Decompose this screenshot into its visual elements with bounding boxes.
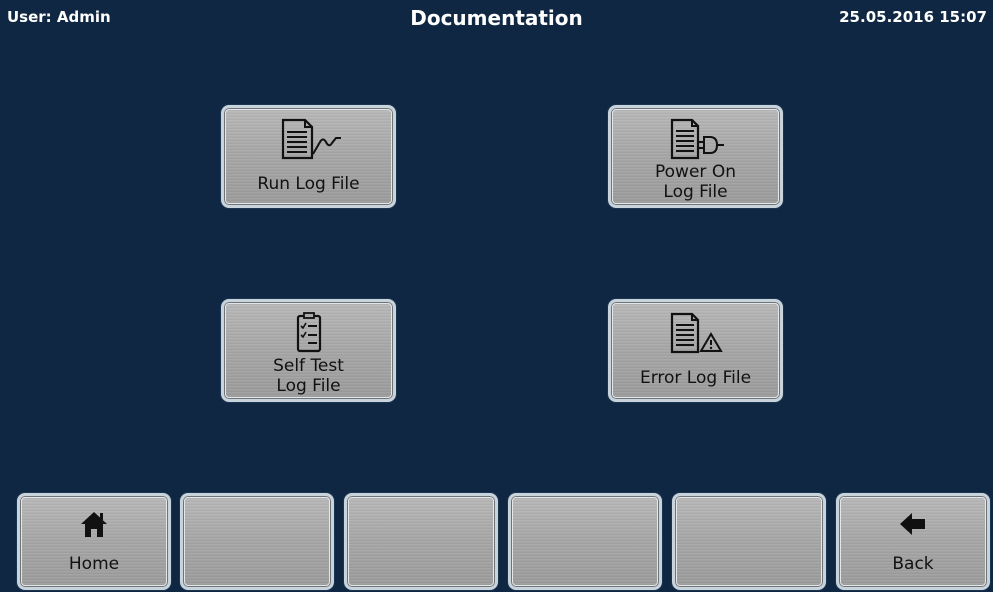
self-test-log-file-label: Self Test Log File	[273, 356, 344, 396]
home-button[interactable]: Home	[17, 493, 171, 590]
error-log-file-label: Error Log File	[639, 368, 752, 388]
checklist-document-icon	[224, 312, 393, 354]
self-test-log-file-button[interactable]: Self Test Log File	[221, 299, 396, 402]
empty-softkey-3[interactable]	[508, 493, 662, 590]
power-on-log-file-button[interactable]: Power On Log File	[608, 105, 783, 208]
document-plug-icon	[611, 118, 780, 160]
document-warning-icon	[611, 312, 780, 354]
header: User: Admin Documentation 25.05.2016 15:…	[0, 0, 993, 40]
run-log-file-button[interactable]: Run Log File	[221, 105, 396, 208]
empty-softkey-2[interactable]	[344, 493, 498, 590]
home-icon	[20, 510, 168, 538]
document-waveform-icon	[224, 118, 393, 160]
power-on-log-file-label: Power On Log File	[655, 162, 736, 202]
empty-softkey-1[interactable]	[180, 493, 334, 590]
run-log-file-label: Run Log File	[257, 174, 360, 194]
error-log-file-button[interactable]: Error Log File	[608, 299, 783, 402]
date-time: 25.05.2016 15:07	[839, 8, 987, 26]
back-arrow-icon	[839, 510, 987, 538]
home-label: Home	[68, 554, 120, 574]
back-label: Back	[892, 554, 934, 574]
back-button[interactable]: Back	[836, 493, 990, 590]
empty-softkey-4[interactable]	[672, 493, 826, 590]
